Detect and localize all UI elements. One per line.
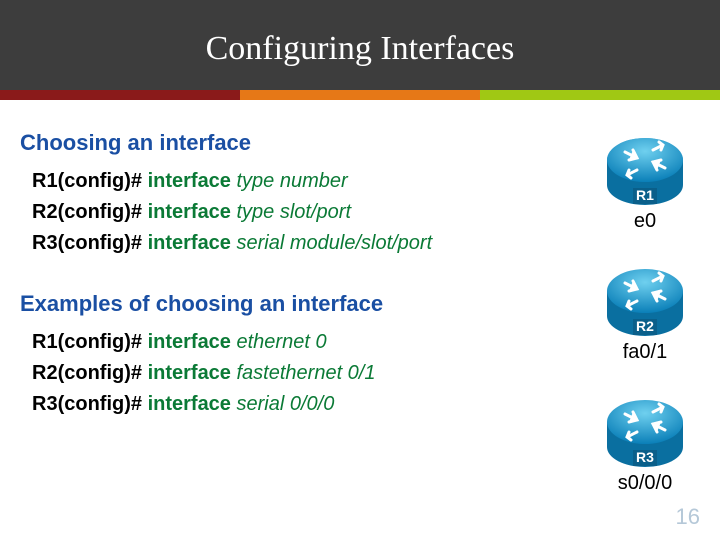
- command: interface: [148, 393, 237, 415]
- command: interface: [148, 362, 237, 384]
- router-diagram: R1 e0: [590, 130, 700, 233]
- section-title-2: Examples of choosing an interface: [20, 291, 590, 317]
- router-name: R2: [636, 318, 654, 334]
- argument: type slot/port: [237, 201, 352, 223]
- router-diagram: R2 fa0/1: [590, 261, 700, 364]
- cmd-line: R2(config)# interface type slot/port: [32, 201, 590, 224]
- prompt: R2(config)#: [32, 201, 148, 223]
- argument: serial module/slot/port: [237, 232, 433, 254]
- section-title-1: Choosing an interface: [20, 130, 590, 156]
- router-icon: R1: [605, 130, 685, 208]
- argument: ethernet 0: [237, 331, 327, 353]
- command: interface: [148, 170, 237, 192]
- argument: fastethernet 0/1: [237, 362, 376, 384]
- argument: serial 0/0/0: [237, 393, 335, 415]
- router-caption: e0: [590, 210, 700, 233]
- prompt: R2(config)#: [32, 362, 148, 384]
- cmd-line: R3(config)# interface serial module/slot…: [32, 232, 590, 255]
- router-icon: R3: [605, 392, 685, 470]
- page-number: 16: [676, 504, 700, 530]
- slide-title: Configuring Interfaces: [0, 0, 720, 68]
- prompt: R1(config)#: [32, 331, 148, 353]
- router-name: R1: [636, 187, 654, 203]
- cmd-line: R2(config)# interface fastethernet 0/1: [32, 362, 590, 385]
- cmd-line: R1(config)# interface ethernet 0: [32, 331, 590, 354]
- argument: type number: [237, 170, 348, 192]
- router-caption: s0/0/0: [590, 472, 700, 495]
- prompt: R3(config)#: [32, 232, 148, 254]
- prompt: R3(config)#: [32, 393, 148, 415]
- left-column: Choosing an interface R1(config)# interf…: [20, 130, 590, 523]
- cmd-line: R1(config)# interface type number: [32, 170, 590, 193]
- router-name: R3: [636, 449, 654, 465]
- router-caption: fa0/1: [590, 341, 700, 364]
- slide-header: Configuring Interfaces: [0, 0, 720, 90]
- router-icon: R2: [605, 261, 685, 339]
- router-diagram: R3 s0/0/0: [590, 392, 700, 495]
- prompt: R1(config)#: [32, 170, 148, 192]
- accent-stripe: [0, 90, 720, 100]
- slide-content: Choosing an interface R1(config)# interf…: [0, 100, 720, 523]
- cmd-line: R3(config)# interface serial 0/0/0: [32, 393, 590, 416]
- command: interface: [148, 201, 237, 223]
- command: interface: [148, 331, 237, 353]
- command: interface: [148, 232, 237, 254]
- right-column: R1 e0 R2 fa0/1: [590, 130, 700, 523]
